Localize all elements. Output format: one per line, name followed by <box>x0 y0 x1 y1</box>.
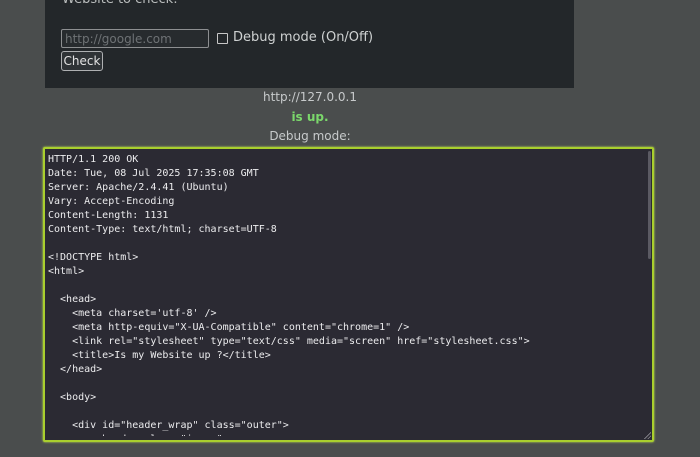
debug-output-line: </head> <box>48 364 103 375</box>
status-text: is up. <box>291 110 329 124</box>
debug-output-line: Vary: Accept-Encoding <box>48 196 175 207</box>
debug-output-line: <header class="inner"> <box>48 434 228 436</box>
website-label: Website to check: <box>62 0 178 8</box>
debug-output-scrollbar[interactable] <box>647 151 651 438</box>
debug-mode-checkbox[interactable] <box>217 33 228 44</box>
debug-mode-heading: Debug mode: <box>269 129 351 143</box>
debug-output-line: Content-Length: 1131 <box>48 210 169 221</box>
debug-output-line: <div id="header_wrap" class="outer"> <box>48 420 289 431</box>
resize-grip-icon[interactable] <box>643 431 651 439</box>
checked-url: http://127.0.0.1 <box>262 90 357 104</box>
check-button[interactable]: Check <box>61 51 103 71</box>
scrollbar-thumb[interactable] <box>648 151 651 259</box>
debug-output-line: <title>Is my Website up ?</title> <box>48 350 271 361</box>
page: Website to check: Debug mode (On/Off) Ch… <box>0 0 700 457</box>
website-url-input[interactable] <box>61 29 209 48</box>
debug-output-line: <head> <box>48 294 97 305</box>
debug-output-textarea[interactable]: HTTP/1.1 200 OK Date: Tue, 08 Jul 2025 1… <box>43 147 654 442</box>
debug-output-line: <meta charset='utf-8' /> <box>48 308 217 319</box>
debug-output-line: Date: Tue, 08 Jul 2025 17:35:08 GMT <box>48 168 259 179</box>
debug-output-line: Server: Apache/2.4.41 (Ubuntu) <box>48 182 229 193</box>
check-form-panel: Website to check: Debug mode (On/Off) Ch… <box>45 0 574 88</box>
debug-output-line: <html> <box>48 266 85 277</box>
debug-mode-label[interactable]: Debug mode (On/Off) <box>233 30 373 46</box>
debug-output-line: <!DOCTYPE html> <box>48 252 139 263</box>
debug-output-line: <link rel="stylesheet" type="text/css" m… <box>48 336 530 347</box>
debug-output-line: <meta http-equiv="X-UA-Compatible" conte… <box>48 322 410 333</box>
debug-output-line: <body> <box>48 392 97 403</box>
debug-output-text: HTTP/1.1 200 OK Date: Tue, 08 Jul 2025 1… <box>48 153 644 436</box>
debug-output-line: Content-Type: text/html; charset=UTF-8 <box>48 224 277 235</box>
debug-output-line: HTTP/1.1 200 OK <box>48 154 139 165</box>
